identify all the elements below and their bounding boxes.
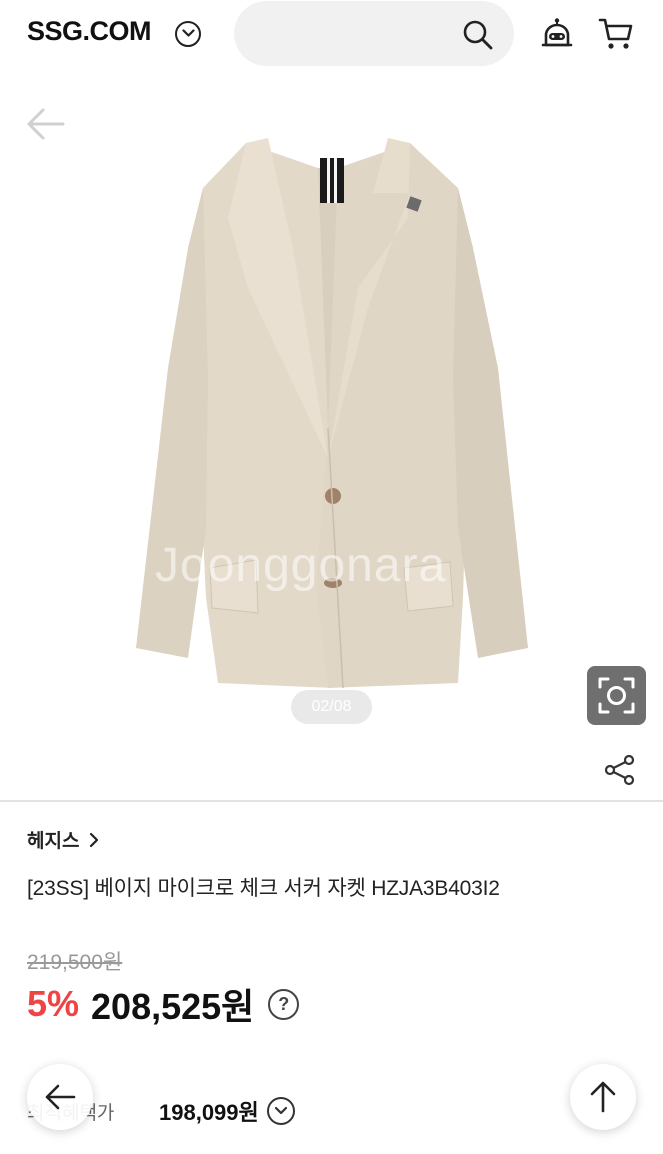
brand-link[interactable]: 헤지스 [27,826,99,853]
price-row: 5% 208,525원 ? [27,978,300,1030]
top-header: SSG.COM [0,0,663,68]
product-image-gallery[interactable]: Joonggonara 02/08 [0,68,663,800]
scroll-top-button[interactable] [570,1064,636,1130]
chevron-right-icon [90,832,99,847]
arrow-up-icon [590,1081,616,1113]
share-icon[interactable] [604,754,636,791]
image-counter: 02/08 [291,690,372,724]
search-input[interactable] [254,15,444,51]
product-title: [23SS] 베이지 마이크로 체크 서커 자켓 HZJA3B403I2 [27,877,500,900]
back-arrow-icon[interactable] [25,106,65,147]
site-logo[interactable]: SSG.COM [27,16,152,47]
expand-benefits-icon[interactable] [266,1097,295,1125]
discount-rate: 5% [27,983,80,1024]
watermark: Joonggonara [155,539,447,592]
lens-search-button[interactable] [587,666,646,725]
logo-dropdown-icon[interactable] [175,21,201,47]
search-icon[interactable] [462,19,494,56]
product-page: SSG.COM Joonggonara 02/08 헤지스 [23SS] 베이지… [0,0,663,1154]
search-bar[interactable] [234,1,514,66]
price-info-icon[interactable]: ? [268,988,300,1020]
arrow-left-icon [45,1084,76,1110]
sale-price: 208,525원 [91,986,255,1027]
chatbot-icon[interactable] [540,17,574,56]
best-price: 198,099원 [159,1100,259,1125]
section-divider [0,800,663,802]
back-floating-button[interactable] [27,1064,93,1130]
brand-name: 헤지스 [27,831,80,852]
cart-icon[interactable] [598,17,634,56]
product-image [136,138,528,689]
original-price: 219,500원 [27,951,123,974]
